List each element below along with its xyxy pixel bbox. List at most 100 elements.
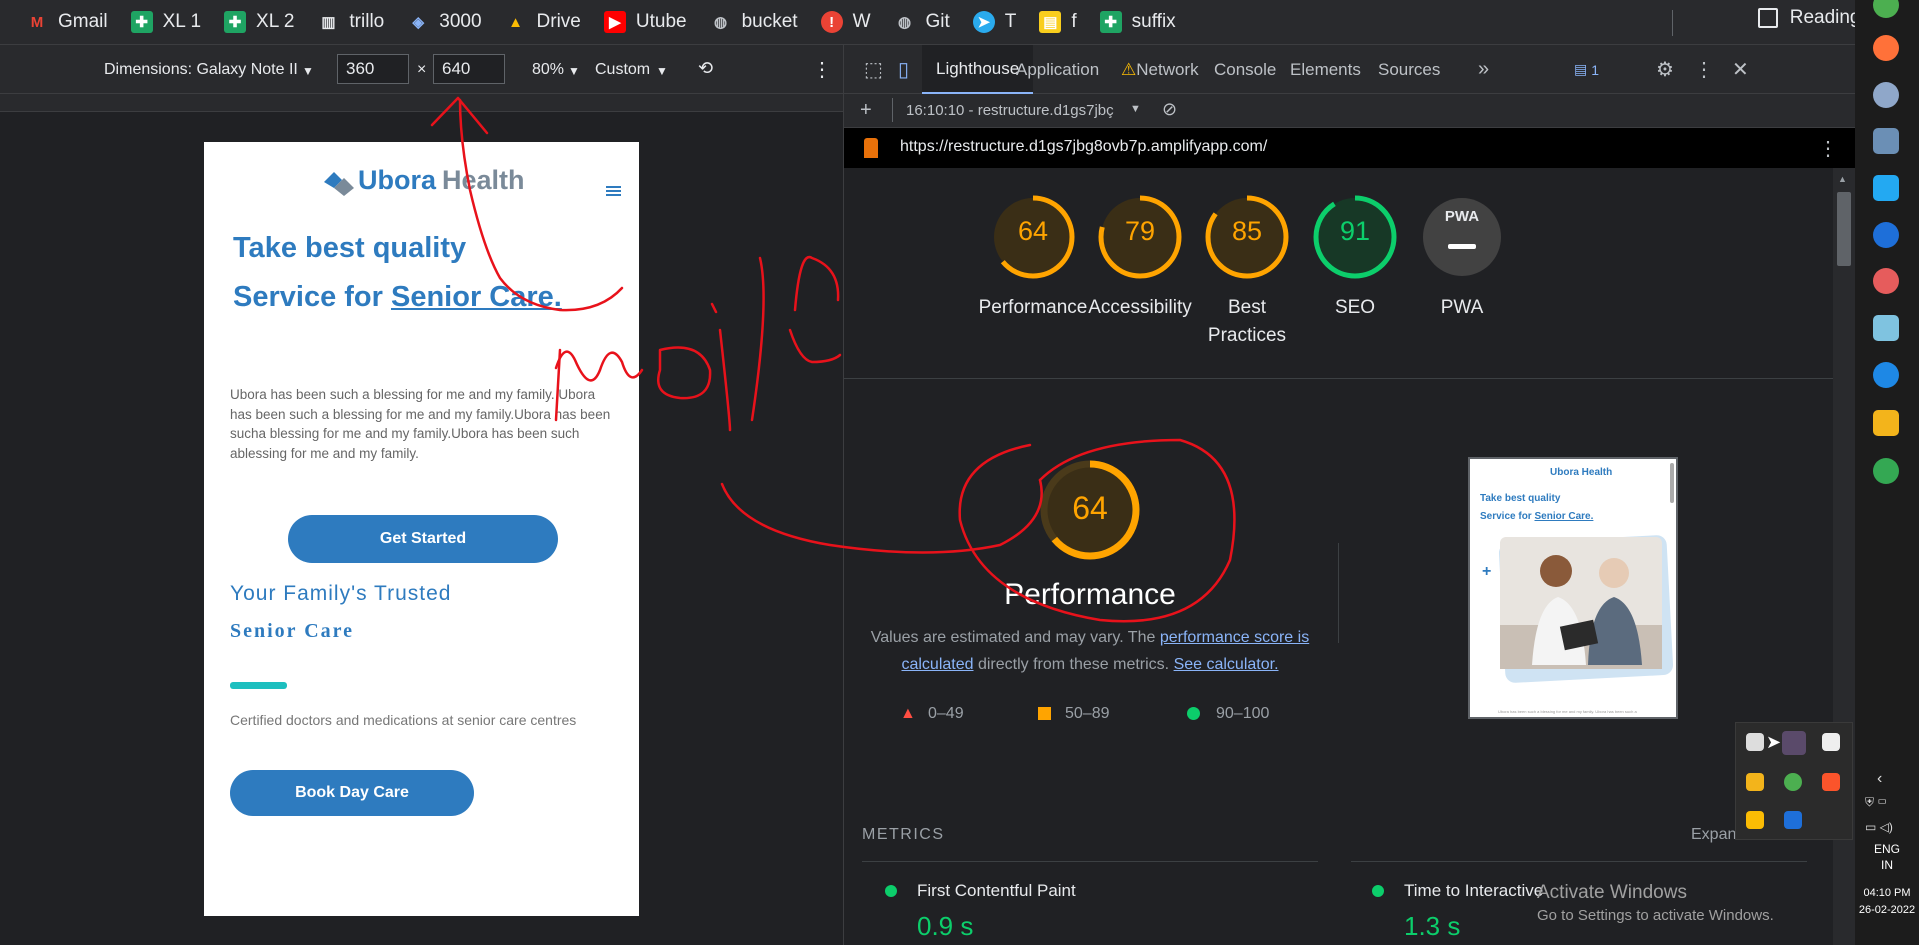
- rotate-icon[interactable]: ⟲: [698, 58, 713, 79]
- chevron-down-icon[interactable]: ▼: [302, 64, 314, 78]
- maps-icon[interactable]: [1873, 222, 1899, 248]
- tray-app2-icon[interactable]: [1784, 811, 1802, 829]
- report-url-bar: https://restructure.d1gs7jbg8ovb7p.ampli…: [843, 128, 1855, 168]
- pass-circle-icon: [1372, 885, 1384, 897]
- scroll-up-icon[interactable]: ▲: [1838, 174, 1847, 184]
- bookmark-gmail[interactable]: M Gmail: [20, 7, 114, 37]
- ubora-logo[interactable]: Ubora Health: [320, 164, 525, 196]
- chrome-profile-icon[interactable]: [1873, 458, 1899, 484]
- more-tabs-icon[interactable]: »: [1464, 45, 1503, 94]
- bookmark-label: T: [1004, 11, 1017, 32]
- tray-drive-icon[interactable]: [1746, 811, 1764, 829]
- report-url[interactable]: https://restructure.d1gs7jbg8ovb7p.ampli…: [900, 138, 1267, 156]
- performance-big-score: 64: [1072, 490, 1108, 526]
- bookmark-drive[interactable]: ▲ Drive: [499, 7, 587, 37]
- scrollbar-thumb[interactable]: [1837, 192, 1851, 266]
- tab-network[interactable]: ⚠ Network: [1107, 45, 1213, 94]
- chevron-down-icon[interactable]: ▼: [1130, 103, 1141, 115]
- book-day-care-button[interactable]: Book Day Care: [230, 770, 474, 816]
- chevron-down-icon[interactable]: ▼: [656, 64, 668, 78]
- tray-brave-icon[interactable]: [1822, 773, 1840, 791]
- photos-icon[interactable]: [1873, 128, 1899, 154]
- clock-date[interactable]: 26-02-2022: [1855, 904, 1919, 916]
- more-options-icon[interactable]: ⋮: [812, 57, 832, 82]
- bookmark-3000[interactable]: ◈ 3000: [401, 7, 487, 37]
- file-explorer-icon[interactable]: [1873, 410, 1899, 436]
- see-calculator-link[interactable]: See calculator.: [1174, 656, 1279, 673]
- circle-icon: [1187, 707, 1200, 720]
- report-select[interactable]: 16:10:10 - restructure.d1gs7jbç: [906, 102, 1114, 119]
- notes-icon[interactable]: [1873, 315, 1899, 341]
- bookmark-label: Drive: [536, 11, 581, 32]
- safari-icon[interactable]: [1873, 362, 1899, 388]
- bookmark-trillo[interactable]: ▥ trillo: [311, 7, 390, 37]
- chevron-left-icon[interactable]: ‹: [1877, 770, 1882, 788]
- thumbnail-photo: [1500, 537, 1662, 669]
- tray-shield-icon[interactable]: [1746, 773, 1764, 791]
- page-screenshot-thumbnail[interactable]: Ubora Health Take best quality Service f…: [1468, 457, 1678, 719]
- divider: [844, 378, 1833, 379]
- chevron-down-icon[interactable]: ▼: [568, 64, 580, 78]
- device-toggle-icon[interactable]: ▯: [884, 45, 923, 94]
- bookmark-suffix[interactable]: ✚ suffix: [1094, 7, 1182, 37]
- tab-application[interactable]: Application: [1002, 45, 1113, 94]
- hamburger-menu-icon[interactable]: [606, 186, 621, 196]
- tab-elements[interactable]: Elements: [1276, 45, 1375, 94]
- tray-app-icon[interactable]: [1746, 733, 1764, 751]
- language-indicator[interactable]: ENG: [1855, 842, 1919, 856]
- vscode-icon[interactable]: [1873, 175, 1899, 201]
- senior-care-link[interactable]: Senior Care.: [391, 281, 562, 313]
- clock-time[interactable]: 04:10 PM: [1855, 887, 1919, 899]
- tray-mouse-icon[interactable]: [1822, 733, 1840, 751]
- close-devtools-icon[interactable]: ✕: [1718, 45, 1763, 94]
- app-icon[interactable]: [1873, 268, 1899, 294]
- performance-description: Values are estimated and may vary. The p…: [862, 624, 1318, 678]
- height-input[interactable]: 640: [433, 54, 505, 84]
- network-icon[interactable]: ⛨ ▭: [1865, 795, 1887, 810]
- score-gauge-pwa[interactable]: [1417, 192, 1507, 282]
- windows-taskbar: ‹ ⛨ ▭ ▭ ◁) ENG IN 04:10 PM 26-02-2022: [1855, 0, 1919, 945]
- tab-sources[interactable]: Sources: [1364, 45, 1454, 94]
- performance-big-label: Performance: [1004, 578, 1176, 611]
- bookmark-t[interactable]: ➤ T: [967, 7, 1023, 37]
- divider: [1351, 861, 1807, 862]
- region-indicator[interactable]: IN: [1855, 858, 1919, 872]
- expand-view-toggle[interactable]: Expan: [1691, 826, 1736, 844]
- chrome-icon[interactable]: [1873, 0, 1899, 18]
- device-dimensions-select[interactable]: Dimensions: Galaxy Note II: [104, 61, 298, 79]
- score-label: Accessibility: [1088, 297, 1192, 318]
- tab-label: Console: [1214, 59, 1277, 79]
- zoom-select[interactable]: 80%: [532, 61, 564, 79]
- issues-badge[interactable]: ▤ 1: [1560, 45, 1613, 94]
- tray-feather-icon[interactable]: [1782, 731, 1806, 755]
- firefox-icon[interactable]: [1873, 35, 1899, 61]
- globe-icon: ◍: [714, 14, 728, 31]
- bookmark-w[interactable]: ! W: [815, 7, 877, 37]
- more-options-icon[interactable]: ⋮: [1818, 136, 1838, 161]
- thumbnail-line1: Take best quality: [1480, 493, 1561, 504]
- volume-icon[interactable]: ▭ ◁): [1865, 820, 1893, 834]
- bookmark-xl-2[interactable]: ✚ XL 2: [218, 7, 300, 37]
- media-query-ruler[interactable]: [0, 94, 843, 112]
- triangle-icon: ▲: [900, 705, 916, 722]
- get-started-button[interactable]: Get Started: [288, 515, 558, 563]
- divider: [862, 861, 1318, 862]
- hero-headline: Take best quality Service for Senior Car…: [233, 224, 613, 322]
- bookmark-label: bucket: [741, 11, 798, 32]
- mobile-page: Ubora Health Take best quality Service f…: [204, 142, 639, 916]
- issues-icon: ▤: [1574, 61, 1588, 77]
- bookmark-xl-1[interactable]: ✚ XL 1: [125, 7, 207, 37]
- clear-icon[interactable]: ⊘: [1162, 99, 1177, 120]
- tray-chrome-icon[interactable]: [1784, 773, 1802, 791]
- bookmark-bucket[interactable]: ◍ bucket: [704, 7, 804, 37]
- throttle-select[interactable]: Custom: [595, 61, 650, 79]
- bookmark-f[interactable]: ▤ f: [1033, 7, 1082, 37]
- youtube-icon: ▶: [603, 11, 626, 33]
- new-report-icon[interactable]: +: [860, 99, 872, 122]
- bookmark-utube[interactable]: ▶ Utube: [598, 7, 693, 37]
- paint-icon[interactable]: [1873, 82, 1899, 108]
- file-icon: ▤: [1039, 11, 1062, 33]
- bookmark-git[interactable]: ◍ Git: [888, 7, 956, 37]
- width-input[interactable]: 360: [337, 54, 409, 84]
- hero-line-1: Take best quality: [233, 232, 467, 264]
